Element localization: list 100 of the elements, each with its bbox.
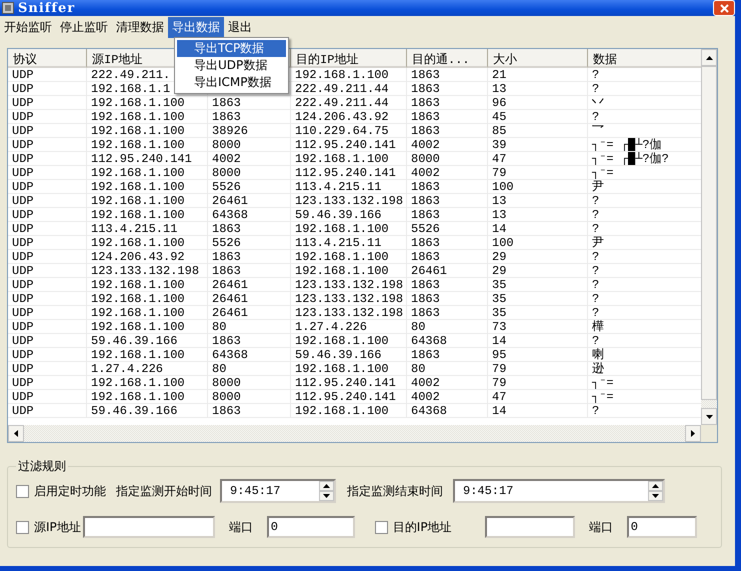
table-cell: 5526	[208, 180, 291, 194]
table-cell: 192.168.1.100	[291, 362, 407, 376]
table-cell: 100	[488, 180, 588, 194]
table-cell: 35	[488, 278, 588, 292]
left-arrow-icon	[14, 430, 18, 437]
table-cell: UDP	[8, 376, 87, 390]
table-cell: UDP	[8, 334, 87, 348]
table-cell: 29	[488, 264, 588, 278]
group-title: 过滤规则	[17, 458, 67, 475]
table-cell: 96	[488, 96, 588, 110]
checkbox-label: 源IP地址	[34, 518, 81, 536]
table-cell: UDP	[8, 138, 87, 152]
input-field[interactable]: 0	[626, 516, 697, 538]
table-cell: 124.206.43.92	[291, 110, 407, 124]
table-cell: 1863	[407, 306, 488, 320]
table-cell: 13	[488, 82, 588, 96]
table-cell: 192.168.1.100	[291, 68, 407, 82]
table-cell: 64368	[407, 334, 488, 348]
scroll-up-button[interactable]	[701, 49, 717, 66]
spin-up-button[interactable]	[648, 481, 663, 491]
table-cell: 192.168.1.100	[291, 334, 407, 348]
table-cell: 1863	[208, 222, 291, 236]
table-cell: 38926	[208, 124, 291, 138]
table-cell: 112.95.240.141	[291, 138, 407, 152]
table-cell: 1.27.4.226	[87, 362, 208, 376]
table-cell: 1863	[407, 180, 488, 194]
column-header[interactable]: 大小	[488, 49, 588, 68]
table-cell: 123.133.132.198	[291, 292, 407, 306]
column-header[interactable]: 目的通...	[407, 49, 488, 68]
field-label: 指定监测结束时间	[347, 482, 443, 500]
table-cell: 192.168.1.100	[87, 208, 208, 222]
table-cell: 1863	[407, 208, 488, 222]
spin-down-button[interactable]	[319, 491, 334, 501]
table-cell: 192.168.1.100	[87, 292, 208, 306]
table-cell: 64368	[208, 348, 291, 362]
menu-item[interactable]: 开始监听	[0, 16, 56, 38]
table-cell: 80	[407, 362, 488, 376]
table-cell: 14	[488, 404, 588, 418]
table-cell: 192.168.1.100	[87, 320, 208, 334]
table-cell: UDP	[8, 250, 87, 264]
input-field[interactable]	[82, 516, 215, 538]
scroll-down-button[interactable]	[701, 408, 717, 425]
menu-item[interactable]: 退出	[224, 16, 256, 38]
field-label: 指定监测开始时间	[116, 482, 212, 500]
dropdown-menu-item[interactable]: 导出TCP数据	[177, 40, 286, 57]
input-field[interactable]: 0	[266, 516, 355, 538]
scroll-left-button[interactable]	[8, 425, 24, 442]
close-button[interactable]	[713, 0, 735, 16]
menu-item[interactable]: 清理数据	[112, 16, 168, 38]
table-cell: 123.133.132.198	[291, 194, 407, 208]
table-cell: UDP	[8, 362, 87, 376]
input-field[interactable]	[484, 516, 575, 538]
table-cell: 45	[488, 110, 588, 124]
table-cell: 1863	[208, 110, 291, 124]
table-cell: UDP	[8, 306, 87, 320]
column-header[interactable]: 数据	[588, 49, 701, 68]
table-cell: 59.46.39.166	[291, 348, 407, 362]
table-cell: 73	[488, 320, 588, 334]
table-cell: UDP	[8, 82, 87, 96]
checkbox[interactable]	[16, 520, 29, 534]
table-cell: 112.95.240.141	[291, 166, 407, 180]
table-cell: 1863	[407, 96, 488, 110]
down-arrow-icon	[652, 494, 659, 498]
up-arrow-icon	[323, 484, 330, 488]
time-picker[interactable]: 9:45:17	[220, 479, 336, 503]
checkbox[interactable]	[16, 484, 29, 498]
table-cell: 1863	[208, 96, 291, 110]
table-cell: 47	[488, 152, 588, 166]
scroll-right-button[interactable]	[685, 425, 701, 442]
table-cell: 21	[488, 68, 588, 82]
checkbox[interactable]	[374, 520, 388, 534]
table-cell: 192.168.1.100	[87, 194, 208, 208]
table-cell: 5526	[208, 236, 291, 250]
table-cell: UDP	[8, 404, 87, 418]
menu-item[interactable]: 停止监听	[56, 16, 112, 38]
spin-up-button[interactable]	[319, 481, 334, 491]
menu-item[interactable]: 导出数据	[168, 16, 224, 38]
spin-down-button[interactable]	[648, 491, 663, 501]
column-header[interactable]: 协议	[8, 49, 87, 68]
table-cell: 85	[488, 124, 588, 138]
table-cell: 123.133.132.198	[291, 306, 407, 320]
table-cell: 4002	[407, 166, 488, 180]
time-picker[interactable]: 9:45:17	[453, 479, 665, 503]
table-cell: UDP	[8, 278, 87, 292]
table-cell: 1863	[208, 250, 291, 264]
table-cell: 4002	[407, 138, 488, 152]
table-cell: 123.133.132.198	[87, 264, 208, 278]
column-header[interactable]: 目的IP地址	[291, 49, 407, 68]
table-cell: 222.49.211.44	[291, 96, 407, 110]
scrollbar-track[interactable]	[701, 400, 717, 408]
table-cell: 29	[488, 250, 588, 264]
table-cell: 192.168.1.100	[87, 306, 208, 320]
table-cell: 14	[488, 334, 588, 348]
table-cell: 8000	[208, 166, 291, 180]
table-cell: 112.95.240.141	[87, 152, 208, 166]
table-cell: 80	[208, 320, 291, 334]
table-cell: 192.168.1.100	[87, 110, 208, 124]
table-cell: 1863	[407, 250, 488, 264]
table-cell: 47	[488, 390, 588, 404]
table-cell: 1863	[407, 278, 488, 292]
